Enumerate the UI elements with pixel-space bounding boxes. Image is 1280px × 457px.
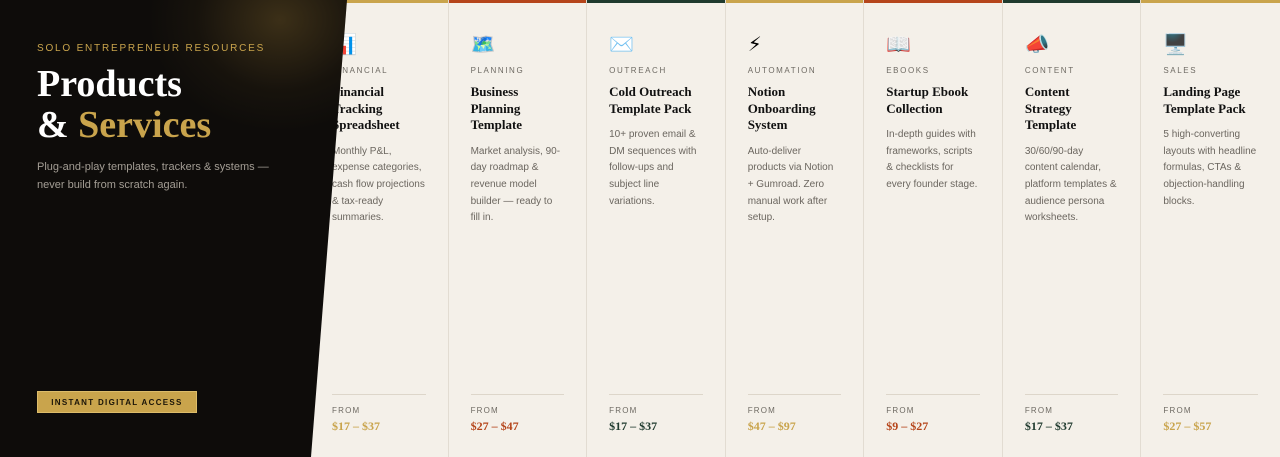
- hero-eyebrow: SOLO ENTREPRENEUR RESOURCES: [37, 43, 266, 54]
- product-card[interactable]: 📣 CONTENT Content Strategy Template 30/60/9…: [1002, 0, 1142, 457]
- bar-chart-icon: 📊: [332, 32, 357, 56]
- product-card[interactable]: ⚡ AUTOMATION Notion Onboarding System Auto-…: [725, 0, 865, 457]
- product-price: $47 – $97: [747, 419, 796, 433]
- map-icon: 🗺️: [470, 32, 496, 56]
- product-price: $17 – $37: [609, 419, 658, 433]
- product-title[interactable]: Cold Outreach Template Pack: [609, 84, 703, 117]
- from-label: FROM: [747, 406, 777, 415]
- product-category: FINANCIAL: [332, 66, 389, 75]
- product-description: Monthly P&L, expense categories, cash fl…: [332, 145, 425, 224]
- product-card[interactable]: ✉️ OUTREACH Cold Outreach Template Pack 10+…: [587, 0, 726, 457]
- megaphone-icon: 📣: [1024, 32, 1050, 56]
- product-title[interactable]: Financial Tracking Spreadsheet: [332, 84, 426, 134]
- card-accent-bar: [1141, 0, 1280, 3]
- product-price: $27 – $57: [1163, 419, 1212, 433]
- from-label: FROM: [886, 406, 915, 415]
- product-title[interactable]: Startup Ebook Collection: [886, 84, 980, 117]
- from-label: FROM: [609, 406, 638, 415]
- card-accent-bar: [587, 0, 725, 3]
- product-price: $17 – $37: [332, 419, 380, 433]
- from-label: FROM: [470, 406, 499, 415]
- product-title[interactable]: Notion Onboarding System: [748, 84, 842, 134]
- product-category: OUTREACH: [609, 66, 667, 75]
- lightning-icon: ⚡: [747, 32, 762, 56]
- from-label: FROM: [1024, 406, 1054, 415]
- price-footer: FROM $17 – $37: [609, 394, 703, 434]
- product-category: CONTENT: [1024, 66, 1075, 75]
- price-footer: FROM $17 – $37: [1024, 394, 1119, 434]
- product-category: SALES: [1163, 66, 1198, 75]
- hero-panel: SOLO ENTREPRENEUR RESOURCES Products & S…: [0, 0, 347, 457]
- hero-subtitle: Plug-and-play templates, trackers & syst…: [37, 161, 269, 191]
- product-category: AUTOMATION: [747, 66, 817, 75]
- price-footer: FROM $9 – $27: [886, 394, 980, 434]
- product-description: In-depth guides with frameworks, scripts…: [886, 129, 978, 191]
- product-price: $27 – $47: [470, 419, 519, 433]
- product-grid: 📊 FINANCIAL Financial Tracking Spreadsheet…: [310, 0, 1280, 457]
- from-label: FROM: [332, 406, 361, 415]
- desktop-icon: 🖥️: [1163, 32, 1189, 56]
- card-accent-bar: [1002, 0, 1141, 3]
- price-footer: FROM $27 – $47: [470, 394, 565, 434]
- from-label: FROM: [1163, 406, 1192, 415]
- product-price: $9 – $27: [886, 419, 929, 433]
- book-icon: 📖: [886, 32, 912, 56]
- product-description: 30/60/90-day content calendar, platform …: [1024, 145, 1117, 224]
- product-card[interactable]: 🖥️ SALES Landing Page Template Pack 5 high-…: [1141, 0, 1280, 457]
- page-title: Products & Services: [37, 64, 211, 146]
- card-accent-bar: [448, 0, 587, 3]
- price-footer: FROM $47 – $97: [747, 394, 842, 434]
- product-description: Auto-deliver products via Notion + Gumro…: [747, 145, 834, 224]
- card-accent-bar: [864, 0, 1002, 3]
- product-title[interactable]: Business Planning Template: [471, 84, 565, 134]
- product-title[interactable]: Landing Page Template Pack: [1163, 84, 1258, 117]
- product-price: $17 – $37: [1024, 419, 1073, 433]
- instant-access-button[interactable]: INSTANT DIGITAL ACCESS: [37, 391, 197, 413]
- card-accent-bar: [725, 0, 864, 3]
- product-card[interactable]: 📖 EBOOKS Startup Ebook Collection In-depth …: [864, 0, 1003, 457]
- price-footer: FROM $27 – $57: [1163, 394, 1258, 434]
- product-title[interactable]: Content Strategy Template: [1025, 84, 1119, 134]
- price-footer: FROM $17 – $37: [332, 394, 426, 434]
- title-accent: Services: [78, 104, 212, 146]
- product-description: 10+ proven email & DM sequences with fol…: [609, 129, 697, 207]
- product-card[interactable]: 🗺️ PLANNING Business Planning Template Mark…: [448, 0, 588, 457]
- product-description: Market analysis, 90-day roadmap & revenu…: [470, 145, 561, 224]
- title-amp: &: [37, 104, 79, 146]
- product-category: EBOOKS: [886, 66, 930, 75]
- product-description: 5 high-converting layouts with headline …: [1163, 129, 1257, 207]
- envelope-icon: ✉️: [609, 32, 635, 56]
- product-category: PLANNING: [470, 66, 525, 75]
- title-line1: Products: [37, 63, 182, 105]
